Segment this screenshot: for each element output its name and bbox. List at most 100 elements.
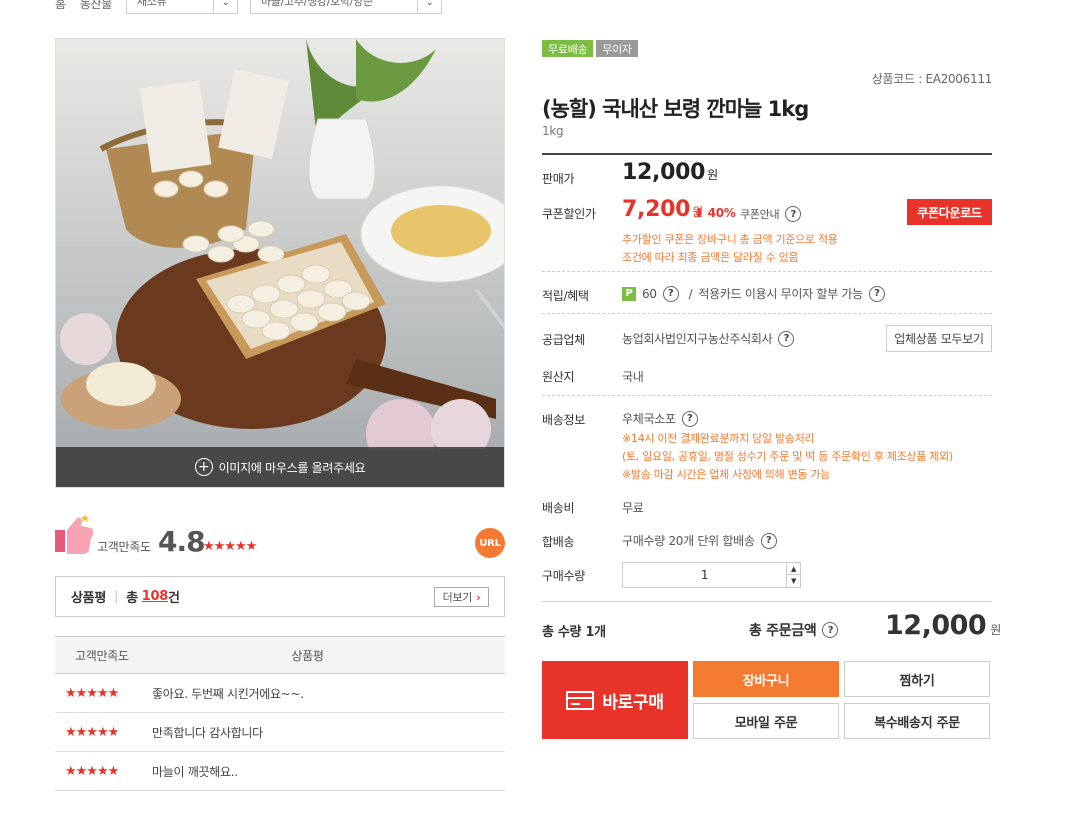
satisfaction-label: 고객만족도 bbox=[97, 540, 151, 554]
review-text: 만족합니다 감사합니다 bbox=[152, 725, 263, 740]
divider bbox=[542, 313, 992, 314]
shipping-note-line: ※발송 마감 시간은 업체 사정에 의해 변동 가능 bbox=[622, 468, 831, 481]
combined-shipping-info: 구매수량 20개 단위 합배송 ? bbox=[622, 532, 777, 549]
buy-now-label: 바로구매 bbox=[602, 692, 664, 713]
supplier-label: 공급업체 bbox=[542, 333, 585, 347]
review-more-label: 더보기 bbox=[442, 591, 473, 604]
category-select-2-value: 마늘/고추/생강/호박/양촌 bbox=[260, 0, 373, 8]
review-row[interactable]: ★★★★★ 좋아요. 두번째 시킨거에요~~. bbox=[55, 674, 505, 713]
shipping-label: 배송정보 bbox=[542, 413, 585, 427]
supplier-value: 농업회사법인지구농산주식회사 bbox=[622, 332, 773, 346]
category-select-1[interactable]: 채소류 ⌄ bbox=[125, 0, 238, 14]
points-extra: 적용카드 이용시 무이자 할부 가능 bbox=[698, 287, 863, 301]
help-icon[interactable]: ? bbox=[868, 285, 885, 302]
multi-address-order-button[interactable]: 복수배송지 주문 bbox=[844, 703, 990, 739]
review-total-prefix: 총 bbox=[126, 591, 138, 606]
chevron-down-icon: ⌄ bbox=[212, 0, 237, 13]
garlic-product-photo bbox=[56, 39, 504, 449]
product-subtitle: 1kg bbox=[542, 124, 564, 138]
breadcrumb: 홈 농산물 채소류 ⌄ 마늘/고추/생강/호박/양촌 ⌄ bbox=[55, 0, 454, 14]
total-amount-text: 총 주문금액 bbox=[749, 623, 817, 639]
discount-value: 40% bbox=[707, 206, 736, 220]
help-icon[interactable]: ? bbox=[785, 206, 802, 222]
points-value: 60 bbox=[642, 286, 657, 301]
product-title: (농할) 국내산 보령 깐마늘 1kg bbox=[542, 97, 809, 121]
coupon-price: 7,200 원 bbox=[622, 197, 703, 222]
review-text: 좋아요. 두번째 시킨거에요~~. bbox=[152, 686, 304, 701]
chevron-right-icon: › bbox=[476, 590, 481, 604]
total-amount-label: 총 주문금액 ? bbox=[749, 620, 839, 640]
review-table: 고객만족도 상품평 ★★★★★ 좋아요. 두번째 시킨거에요~~. ★★★★★ … bbox=[55, 636, 505, 791]
satisfaction-score: 4.8 bbox=[158, 525, 206, 558]
shipping-value: 우체국소포 bbox=[622, 412, 676, 426]
coupon-note: 추가할인 쿠폰은 장바구니 총 금액 기준으로 적용 조건에 따라 최종 금액은… bbox=[622, 231, 838, 267]
breadcrumb-category[interactable]: 농산물 bbox=[80, 0, 113, 12]
quantity-spinner: ▲ ▼ bbox=[786, 563, 800, 587]
shipping-note-line: (토, 일요일, 공휴일, 명절 성수기 주문 및 떡 등 주문확인 후 제조상… bbox=[622, 450, 953, 463]
points-p-icon: P bbox=[622, 286, 636, 301]
category-select-2[interactable]: 마늘/고추/생강/호박/양촌 ⌄ bbox=[249, 0, 442, 14]
shipping-info: 우체국소포 ? bbox=[622, 410, 698, 427]
shipping-notes: ※14시 이전 결제완료분까지 당일 발송처리 (토, 일요일, 공휴일, 명절… bbox=[622, 430, 953, 484]
shipping-note-line: ※14시 이전 결제완료분까지 당일 발송처리 bbox=[622, 432, 815, 445]
quantity-label: 구매수량 bbox=[542, 569, 585, 583]
help-icon[interactable]: ? bbox=[822, 622, 839, 638]
review-count-unit: 건 bbox=[168, 591, 180, 606]
free-shipping-badge: 무료배송 bbox=[542, 40, 594, 57]
supplier-info: 농업회사법인지구농산주식회사 ? bbox=[622, 330, 795, 347]
review-row[interactable]: ★★★★★ 만족합니다 감사합니다 bbox=[55, 713, 505, 752]
help-icon[interactable]: ? bbox=[760, 532, 777, 549]
supplier-all-products-button[interactable]: 업체상품 모두보기 bbox=[886, 325, 992, 352]
help-icon[interactable]: ? bbox=[681, 410, 698, 427]
url-share-button[interactable]: URL bbox=[475, 528, 505, 558]
zoom-plus-icon: + bbox=[194, 458, 213, 476]
origin-label: 원산지 bbox=[542, 370, 575, 384]
review-more-button[interactable]: 더보기 › bbox=[434, 587, 489, 607]
product-image[interactable]: + 이미지에 마우스를 올려주세요 bbox=[55, 38, 505, 488]
increment-arrow-icon[interactable]: ▲ bbox=[787, 563, 800, 575]
total-price-value: 12,000 bbox=[885, 610, 987, 641]
review-stars: ★★★★★ bbox=[65, 763, 119, 779]
origin-value: 국내 bbox=[622, 370, 644, 384]
chevron-down-icon: ⌄ bbox=[416, 0, 441, 13]
coupon-guide[interactable]: 쿠폰안내 ? bbox=[740, 206, 802, 222]
review-col-review: 상품평 bbox=[291, 648, 324, 663]
total-price: 12,000 원 bbox=[885, 610, 1001, 641]
sale-price-label: 판매가 bbox=[542, 172, 575, 186]
coupon-note-line: 조건에 따라 최종 금액은 달라질 수 있음 bbox=[622, 251, 799, 264]
buy-now-button[interactable]: 바로구매 bbox=[542, 661, 688, 739]
sale-price: 12,000 원 bbox=[622, 160, 718, 185]
help-icon[interactable]: ? bbox=[778, 330, 795, 347]
satisfaction-stars: ★★★★★ bbox=[203, 539, 257, 554]
image-hover-hint: + 이미지에 마우스를 올려주세요 bbox=[56, 447, 504, 487]
total-divider bbox=[542, 601, 992, 602]
review-stars: ★★★★★ bbox=[65, 685, 119, 701]
interest-free-badge: 무이자 bbox=[596, 40, 638, 57]
breadcrumb-home[interactable]: 홈 bbox=[55, 0, 66, 12]
product-code: 상품코드 : EA2006111 bbox=[871, 72, 993, 86]
decrement-arrow-icon[interactable]: ▼ bbox=[787, 575, 800, 587]
review-col-rating: 고객만족도 bbox=[75, 648, 129, 663]
total-quantity: 총 수량 1개 bbox=[542, 625, 606, 640]
mobile-order-button[interactable]: 모바일 주문 bbox=[693, 703, 839, 739]
review-title: 상품평 bbox=[71, 591, 106, 606]
help-icon[interactable]: ? bbox=[662, 285, 679, 302]
product-badges: 무료배송 무이자 bbox=[542, 40, 638, 57]
quantity-stepper[interactable]: 1 ▲ ▼ bbox=[622, 562, 801, 588]
won-unit: 원 bbox=[990, 623, 1001, 637]
slash-divider: / bbox=[688, 286, 693, 301]
coupon-download-button[interactable]: 쿠폰다운로드 bbox=[907, 199, 992, 225]
review-text: 마늘이 깨끗해요.. bbox=[152, 764, 238, 779]
coupon-price-label: 쿠폰할인가 bbox=[542, 207, 596, 221]
review-stars: ★★★★★ bbox=[65, 724, 119, 740]
shipping-fee-value: 무료 bbox=[622, 501, 644, 515]
wishlist-button[interactable]: 찜하기 bbox=[844, 661, 990, 697]
quantity-value[interactable]: 1 bbox=[623, 563, 786, 587]
divider bbox=[542, 271, 992, 272]
title-divider bbox=[542, 153, 992, 155]
review-table-header: 고객만족도 상품평 bbox=[55, 636, 505, 674]
review-row[interactable]: ★★★★★ 마늘이 깨끗해요.. bbox=[55, 752, 505, 791]
points-info: P 60 ? / 적용카드 이용시 무이자 할부 가능 ? bbox=[622, 285, 885, 302]
add-to-cart-button[interactable]: 장바구니 bbox=[693, 661, 839, 697]
category-select-1-value: 채소류 bbox=[136, 0, 167, 8]
